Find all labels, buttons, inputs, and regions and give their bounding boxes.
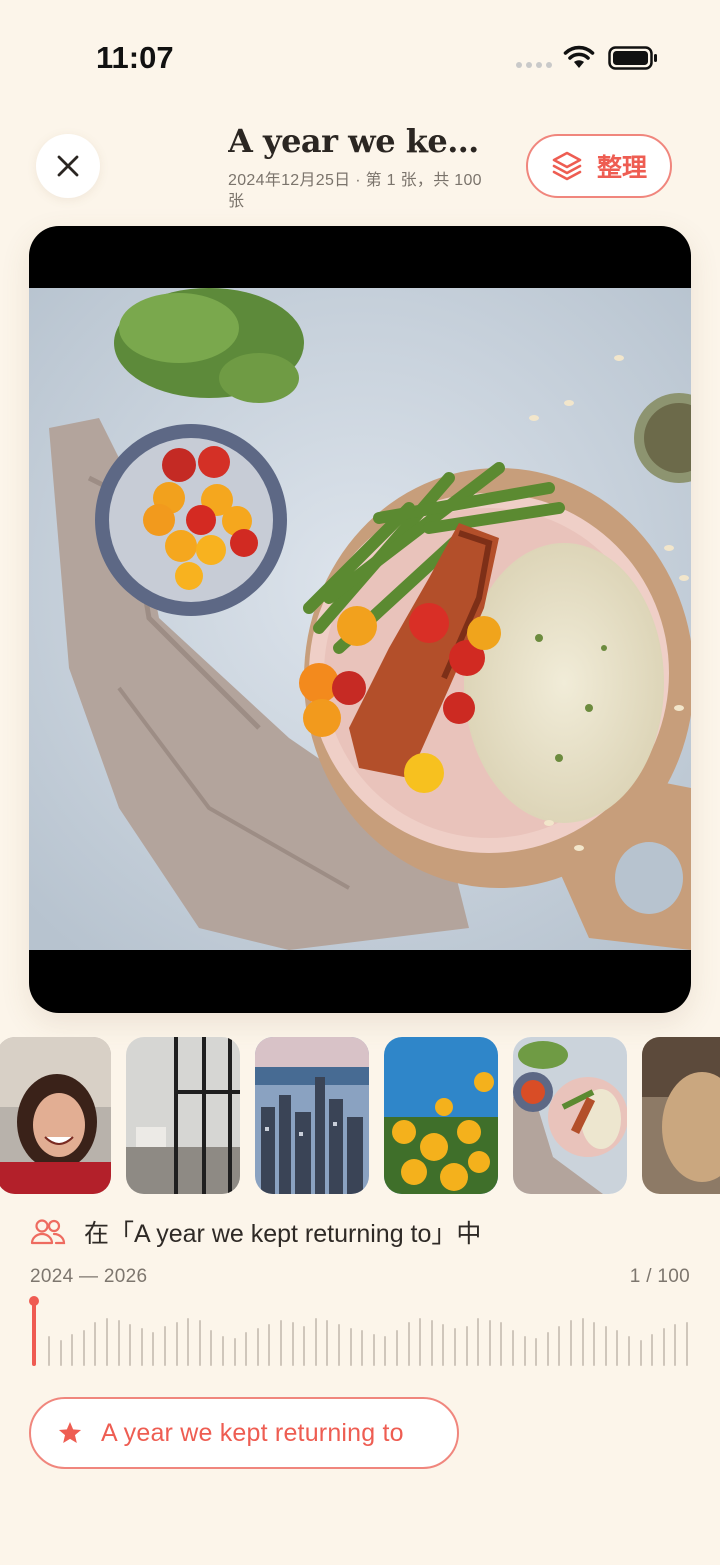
timeline-tick	[686, 1322, 688, 1366]
people-icon	[30, 1219, 66, 1245]
timeline-tick	[94, 1322, 97, 1366]
timeline-tick	[222, 1336, 224, 1366]
timeline-tick	[291, 1322, 294, 1366]
timeline-tick	[372, 1334, 375, 1366]
timeline-tick	[210, 1330, 213, 1366]
timeline-tick	[465, 1326, 468, 1366]
wifi-icon	[563, 45, 595, 68]
album-chip-label: A year we kept returning to	[101, 1418, 404, 1447]
timeline-tick	[349, 1328, 352, 1366]
timeline-cursor-knob[interactable]	[29, 1296, 39, 1306]
timeline-tick	[593, 1322, 596, 1366]
timeline-tick	[628, 1336, 630, 1366]
timeline-tick	[430, 1320, 433, 1366]
timeline-tick	[256, 1328, 259, 1366]
timeline-tick	[245, 1332, 248, 1366]
timeline-tick	[326, 1320, 329, 1366]
timeline-tick	[512, 1330, 514, 1366]
thumbnail-flowers[interactable]	[384, 1037, 498, 1194]
timeline-tick	[384, 1336, 387, 1366]
timeline-tick	[639, 1340, 642, 1366]
timeline-tick	[396, 1330, 398, 1366]
timeline-cursor[interactable]	[32, 1300, 36, 1366]
timeline-tick	[187, 1318, 190, 1366]
battery-icon	[608, 46, 657, 70]
timeline-tick	[674, 1324, 677, 1366]
album-membership[interactable]: 在「A year we kept returning to」中	[30, 1212, 481, 1252]
photo-viewer-screen: 11:07 A year we kep… 2024年12月25日 · 第 1 张…	[0, 0, 720, 1565]
timeline-tick	[546, 1332, 549, 1366]
status-bar: 11:07	[0, 0, 720, 110]
timeline-tick	[523, 1336, 526, 1366]
timeline-tick	[500, 1322, 503, 1366]
cellular-signal-icon	[516, 62, 552, 68]
timeline-tick	[140, 1328, 143, 1366]
timeline-tick	[419, 1318, 422, 1366]
timeline-tick	[616, 1330, 619, 1366]
page-title: A year we kep…	[228, 122, 490, 160]
photo-date-and-index: 2024年12月25日 · 第 1 张，共 100 张	[228, 172, 482, 210]
timeline-tick	[268, 1324, 271, 1366]
star-icon	[58, 1421, 82, 1443]
organize-label: 整理	[596, 154, 647, 182]
timeline-tick	[129, 1324, 132, 1366]
timeline-tick	[477, 1318, 480, 1366]
food-photo	[29, 288, 691, 950]
timeline-tick	[407, 1322, 410, 1366]
thumbnail-interior[interactable]	[126, 1037, 240, 1194]
thumbnail-strip[interactable]	[0, 1037, 720, 1195]
thumbnail-portrait[interactable]	[0, 1037, 111, 1194]
timeline-tick	[198, 1320, 201, 1366]
timeline-tick	[535, 1338, 538, 1366]
album-chip-button[interactable]: A year we kept returning to	[29, 1397, 459, 1469]
timeline-tick	[303, 1326, 306, 1366]
organize-button[interactable]: 整理	[526, 134, 672, 198]
timeline-tick	[361, 1330, 364, 1366]
album-membership-text: 在「A year we kept returning to」中	[84, 1220, 482, 1248]
timeline-tick	[570, 1320, 572, 1366]
timeline-tick	[82, 1330, 85, 1366]
timeline-tick	[558, 1326, 561, 1366]
status-time: 11:07	[96, 40, 174, 75]
layers-icon	[552, 151, 582, 181]
timeline-tick	[581, 1318, 584, 1366]
thumbnail-food-current[interactable]	[513, 1037, 627, 1194]
thumbnail-dog[interactable]	[642, 1037, 720, 1194]
photo-counter: 1 / 100	[629, 1266, 690, 1287]
timeline-tick	[164, 1326, 166, 1366]
timeline-tick	[454, 1328, 456, 1366]
timeline-tick	[314, 1318, 317, 1366]
timeline-tick	[662, 1328, 665, 1366]
timeline-tick	[280, 1320, 282, 1366]
timeline-tick	[106, 1318, 108, 1366]
main-photo[interactable]	[29, 226, 691, 1013]
timeline-tick	[233, 1338, 236, 1366]
timeline-tick	[48, 1336, 50, 1366]
timeline-tick	[152, 1332, 155, 1366]
close-button[interactable]	[36, 134, 100, 198]
timeline-tick	[651, 1334, 654, 1366]
timeline-tick	[338, 1324, 340, 1366]
timeline-tick	[71, 1334, 74, 1366]
timeline-scrubber[interactable]	[28, 1296, 692, 1370]
timeline-tick	[175, 1322, 178, 1366]
timeline-tick	[442, 1324, 445, 1366]
header-title-block: A year we kep… 2024年12月25日 · 第 1 张，共 100…	[228, 122, 500, 212]
thumbnail-city[interactable]	[255, 1037, 369, 1194]
timeline-tick	[604, 1326, 607, 1366]
timeline-range: 2024 — 2026	[30, 1266, 148, 1287]
close-icon	[57, 155, 79, 177]
timeline-tick	[59, 1340, 62, 1366]
timeline-tick	[488, 1320, 491, 1366]
timeline-tick	[117, 1320, 120, 1366]
